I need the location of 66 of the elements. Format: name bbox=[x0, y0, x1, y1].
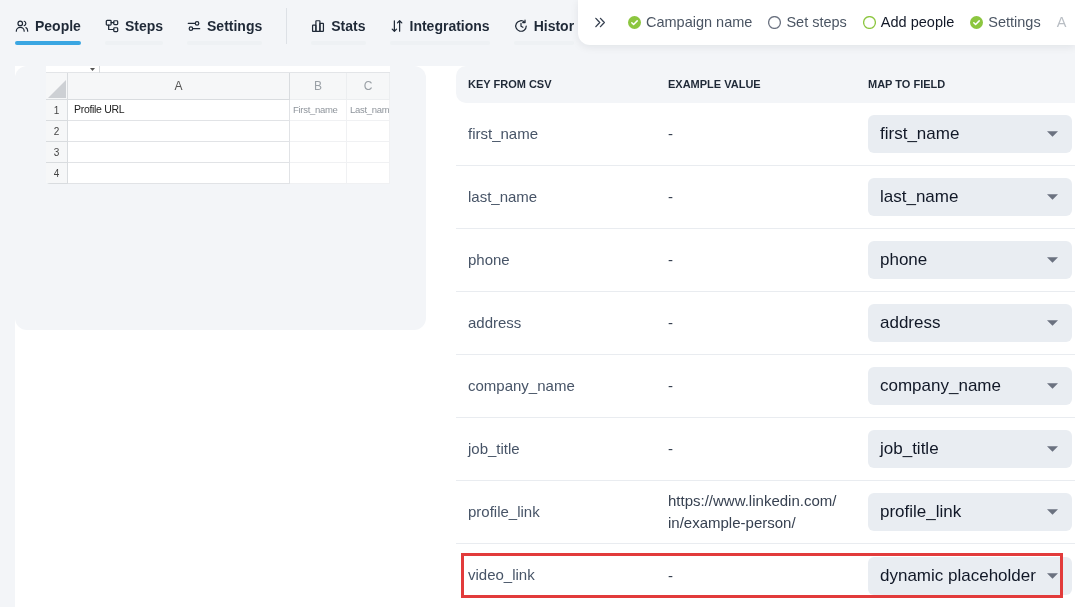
table-cell-text: - bbox=[668, 187, 674, 207]
table-cell-text: profile_link bbox=[467, 501, 541, 522]
step-link[interactable]: Campaign name bbox=[628, 11, 753, 34]
spreadsheet-cell[interactable] bbox=[68, 163, 290, 184]
column-header: EXAMPLE VALUE bbox=[667, 77, 762, 93]
field-dropdown[interactable]: phone bbox=[868, 241, 1072, 279]
table-cell-text: - bbox=[668, 313, 674, 333]
clock-icon bbox=[513, 19, 528, 33]
field-dropdown[interactable]: profile_link bbox=[868, 493, 1072, 531]
row-number[interactable]: 3 bbox=[46, 142, 68, 163]
step-link[interactable]: Add people bbox=[862, 11, 955, 34]
table-cell-text: last_name bbox=[467, 186, 539, 207]
caret-icon bbox=[1047, 320, 1058, 326]
table-cell-text: - bbox=[668, 439, 674, 459]
table-cell-text: phone bbox=[467, 249, 511, 270]
caret-icon bbox=[1047, 383, 1058, 389]
caret-icon bbox=[90, 67, 95, 71]
table-cell-text: - bbox=[668, 250, 674, 270]
caret-icon bbox=[1047, 446, 1058, 452]
spreadsheet-cell[interactable] bbox=[290, 142, 347, 163]
double-chevron-icon[interactable] bbox=[594, 17, 606, 28]
field-dropdown[interactable]: last_name bbox=[868, 178, 1072, 216]
row-number[interactable]: 4 bbox=[46, 163, 68, 184]
table-cell-text: - bbox=[668, 565, 674, 586]
field-dropdown[interactable]: job_title bbox=[868, 430, 1072, 468]
table-cell-text: first_name bbox=[467, 123, 540, 144]
table-cell-text: address bbox=[467, 312, 523, 333]
nav-tab[interactable]: Integrations bbox=[389, 0, 490, 45]
caret-icon bbox=[1047, 572, 1058, 579]
caret-icon bbox=[1047, 509, 1058, 515]
spreadsheet-cell[interactable]: Profile URL bbox=[68, 100, 290, 121]
row-number[interactable]: 2 bbox=[46, 121, 68, 142]
flow-icon bbox=[104, 19, 119, 33]
column-letter[interactable]: A bbox=[68, 73, 290, 100]
table-cell-text: - bbox=[668, 124, 674, 144]
bar-chart-icon bbox=[311, 19, 326, 33]
caret-icon bbox=[1047, 131, 1058, 137]
caret-icon bbox=[1047, 194, 1058, 200]
column-header: MAP TO FIELD bbox=[867, 77, 947, 93]
table-cell-text: job_title bbox=[466, 438, 521, 459]
caret-icon bbox=[1047, 257, 1058, 263]
table-cell-text: https://www.linkedin.com/in/example-person/ bbox=[668, 491, 838, 533]
nav-tab[interactable]: Histor bbox=[513, 0, 575, 45]
field-dropdown[interactable]: first_name bbox=[868, 115, 1072, 153]
row-number[interactable]: 1 bbox=[46, 100, 68, 121]
step-link[interactable]: Settings bbox=[970, 11, 1041, 34]
nav-tab[interactable]: People bbox=[15, 0, 81, 45]
spreadsheet-cell[interactable] bbox=[68, 142, 290, 163]
table-cell-text: company_name bbox=[467, 375, 576, 396]
table-cell-text: video_link bbox=[467, 565, 536, 586]
up-down-arrows-icon bbox=[389, 19, 404, 33]
field-dropdown[interactable]: address bbox=[868, 304, 1072, 342]
spreadsheet-cell[interactable] bbox=[290, 121, 347, 142]
people-icon bbox=[15, 19, 29, 33]
field-dropdown[interactable]: company_name bbox=[868, 367, 1072, 405]
nav-tab[interactable]: Steps bbox=[104, 0, 164, 45]
spreadsheet-cell[interactable] bbox=[290, 163, 347, 184]
spreadsheet-cell[interactable] bbox=[68, 121, 290, 142]
nav-tab[interactable]: Settings bbox=[187, 0, 263, 45]
step-link[interactable]: Set steps bbox=[768, 11, 847, 34]
table-cell-text: - bbox=[668, 376, 674, 396]
nav-tab[interactable]: Stats bbox=[311, 0, 366, 45]
triangle-icon[interactable] bbox=[48, 80, 66, 98]
column-header: KEY FROM CSV bbox=[467, 77, 553, 93]
field-dropdown[interactable]: dynamic placeholder bbox=[868, 556, 1072, 595]
sliders-icon bbox=[187, 19, 202, 33]
